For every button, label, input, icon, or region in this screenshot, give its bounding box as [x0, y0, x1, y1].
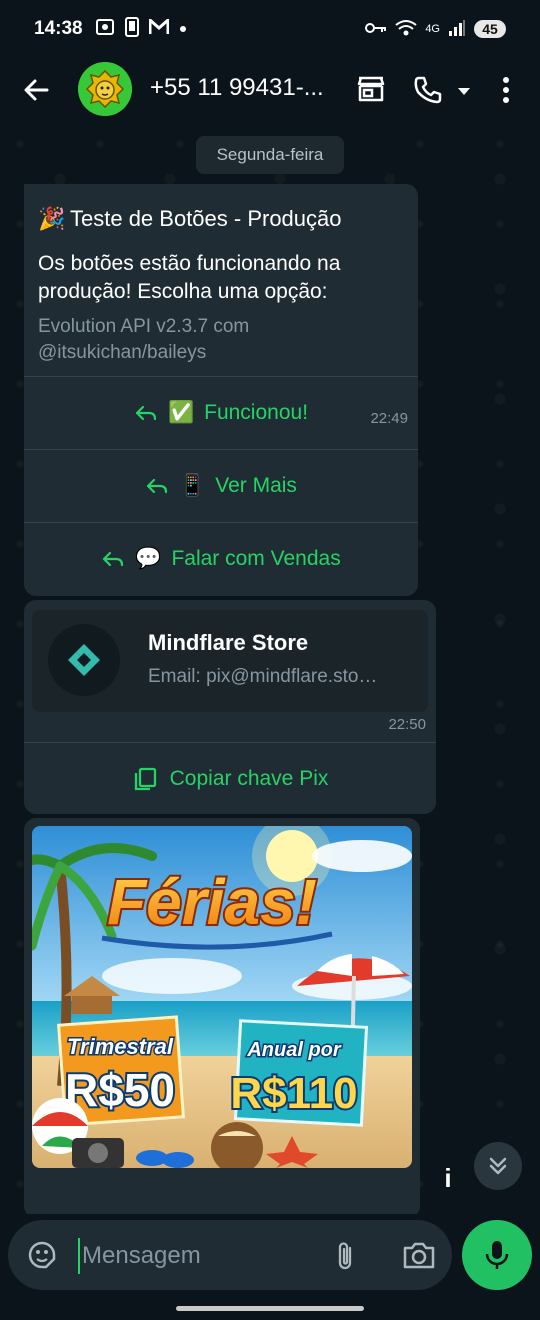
chat-area[interactable]: Segunda-feira 🎉 Teste de Botões - Produçã…	[0, 124, 540, 1214]
message-body: Os botões estão funcionando na produção!…	[38, 252, 341, 303]
screenshot-icon	[95, 17, 115, 42]
more-options-icon[interactable]	[500, 76, 512, 109]
gmail-icon	[148, 16, 170, 40]
store-card[interactable]: Mindflare Store Email: pix@mindflare.sto…	[32, 610, 428, 712]
message-bubble-pix[interactable]: Mindflare Store Email: pix@mindflare.sto…	[24, 600, 436, 814]
chevron-down-icon[interactable]	[456, 84, 472, 102]
home-indicator[interactable]	[176, 1306, 364, 1311]
reply-arrow-icon	[146, 478, 168, 494]
emoji-sticker-icon[interactable]	[26, 1239, 58, 1276]
mobile-phone-emoji-icon: 📱	[179, 474, 206, 497]
message-footer: Evolution API v2.3.7 com @itsukichan/bai…	[38, 316, 250, 363]
phone-frame-icon	[124, 16, 139, 42]
status-bar: 14:38 4G 45	[0, 0, 540, 58]
back-arrow-icon[interactable]	[22, 76, 50, 104]
message-title: 🎉 Teste de Botões - Produção	[38, 206, 342, 232]
phone-call-icon[interactable]	[412, 74, 444, 111]
check-emoji-icon: ✅	[167, 401, 195, 424]
camera-icon[interactable]	[402, 1240, 436, 1275]
key-icon	[365, 21, 387, 38]
party-popper-icon: 🎉	[38, 206, 66, 231]
offer1-label: Trimestral	[67, 1034, 174, 1059]
network-type: 4G	[425, 23, 440, 35]
status-right-icons: 4G 45	[365, 19, 506, 40]
info-icon[interactable]: i	[426, 1156, 470, 1200]
pix-logo-icon	[68, 644, 100, 676]
offer2-price: R$110	[230, 1069, 357, 1118]
promo-headline: Férias!	[107, 866, 317, 938]
dot-icon	[179, 20, 187, 38]
message-title-text: Teste de Botões - Produção	[70, 206, 342, 231]
voice-message-button[interactable]	[462, 1220, 532, 1290]
reply-button-funcionou[interactable]: ✅ Funcionou!	[24, 376, 418, 449]
reply-button-ver-mais[interactable]: 📱 Ver Mais	[24, 449, 418, 522]
microphone-icon	[485, 1241, 509, 1269]
message-composer	[8, 1220, 452, 1290]
message-input[interactable]	[78, 1238, 308, 1274]
reply-arrow-icon	[103, 551, 124, 567]
message-bubble-image[interactable]: Férias! Trimestral R$50 Anual por R$110	[24, 818, 420, 1214]
store-name: Mindflare Store	[148, 630, 309, 655]
copy-icon	[134, 767, 156, 790]
attach-icon[interactable]	[334, 1240, 358, 1277]
status-time: 14:38	[34, 18, 83, 39]
message-time: 22:50	[388, 716, 426, 733]
store-icon[interactable]	[356, 74, 386, 109]
vacation-promo-illustration: Férias! Trimestral R$50 Anual por R$110	[32, 826, 412, 1168]
contact-avatar[interactable]	[78, 62, 132, 116]
scroll-to-bottom-button[interactable]	[474, 1142, 522, 1190]
status-notification-icons	[95, 16, 187, 42]
store-logo	[48, 624, 120, 696]
reply-button-label: Falar com Vendas	[171, 547, 341, 570]
copy-pix-key-label: Copiar chave Pix	[169, 766, 329, 790]
contact-name[interactable]: +55 11 99431-...	[150, 74, 324, 102]
battery-indicator: 45	[474, 20, 506, 38]
offer2-label: Anual por	[246, 1039, 342, 1061]
signal-icon	[448, 19, 466, 40]
date-chip: Segunda-feira	[196, 136, 344, 174]
reply-button-label: Ver Mais	[215, 474, 297, 497]
reply-button-label: Funcionou!	[204, 401, 309, 424]
reply-button-falar-com-vendas[interactable]: 💬 Falar com Vendas	[24, 522, 418, 595]
message-bubble-buttons[interactable]: 🎉 Teste de Botões - Produção Os botões es…	[24, 184, 418, 596]
wifi-icon	[395, 19, 417, 40]
store-email: Email: pix@mindflare.sto…	[148, 666, 378, 687]
speech-bubble-emoji-icon: 💬	[135, 547, 162, 570]
chat-header: +55 11 99431-...	[0, 58, 540, 124]
copy-pix-key-button[interactable]: Copiar chave Pix	[24, 742, 436, 814]
double-chevron-down-icon	[489, 1157, 507, 1175]
reply-arrow-icon	[135, 405, 157, 421]
lion-logo-icon	[78, 62, 132, 116]
promo-image[interactable]: Férias! Trimestral R$50 Anual por R$110	[32, 826, 412, 1168]
